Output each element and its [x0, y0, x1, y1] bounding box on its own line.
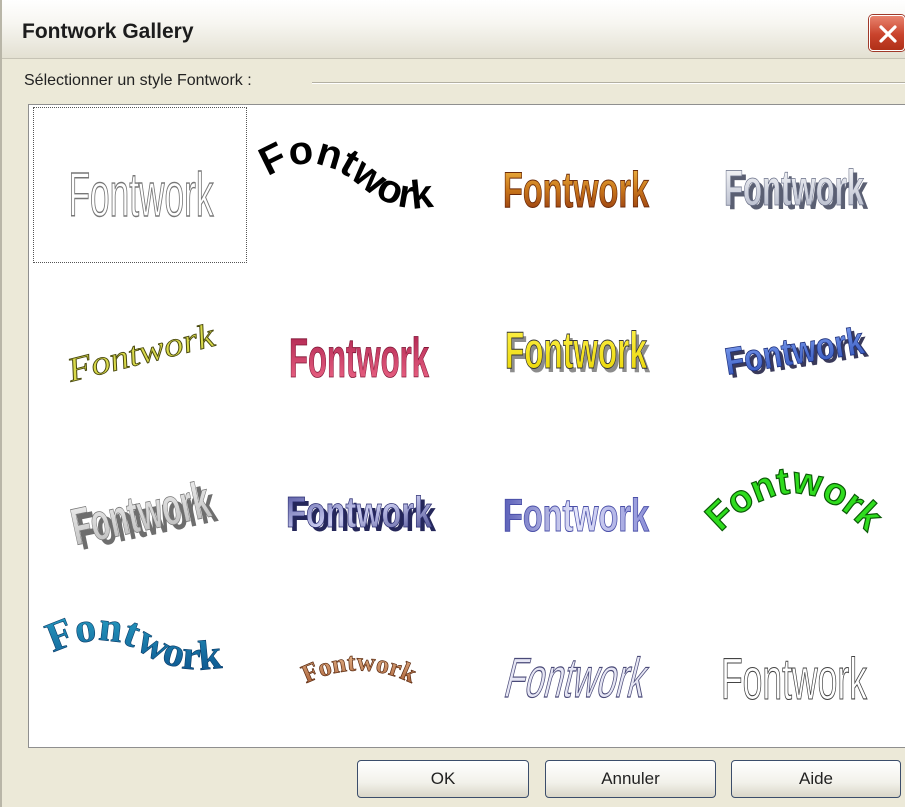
gallery-item-yellow-bold[interactable]: Fontwork Fontwork [469, 269, 683, 425]
fontwork-preview: Fontwork [503, 489, 650, 542]
gallery-item-pink-perspective[interactable]: Fontwork [252, 269, 466, 425]
style-group-label: Sélectionner un style Fontwork : [24, 72, 258, 90]
fontwork-sample: Fontwork [721, 647, 868, 712]
fontwork-sample: Fontwork [252, 128, 436, 218]
fontwork-preview: Fontwork [297, 647, 422, 689]
fontwork-sample: Fontwork [286, 488, 432, 537]
help-button[interactable]: Aide [731, 760, 901, 798]
group-divider [312, 82, 905, 84]
fontwork-sample: Fontwork [297, 647, 421, 689]
gallery-item-outline-plain[interactable]: Fontwork [687, 593, 901, 749]
gallery-item-navy-3d[interactable]: Fontwork Fontwork [252, 431, 466, 587]
fontwork-sample: Fontwork [503, 489, 649, 541]
fontwork-sample: Fontwork [289, 326, 429, 389]
cancel-button[interactable]: Annuler [545, 760, 716, 798]
window-title: Fontwork Gallery [22, 20, 194, 43]
title-bar: Fontwork Gallery [2, 0, 905, 59]
fontwork-preview: Fontwork Fontwork [505, 322, 651, 385]
fontwork-preview: Fontwork [498, 647, 655, 710]
ok-button[interactable]: OK [357, 760, 529, 798]
close-button[interactable] [869, 15, 905, 51]
fontwork-sample: Fontwork [69, 161, 215, 230]
gallery-item-green-arch[interactable]: Fontwork [687, 431, 901, 587]
fontwork-sample: Fontwork [503, 162, 649, 218]
fontwork-gallery-grid: Fontwork Fontwork Fontwork Fontwork Font… [28, 104, 905, 748]
gallery-item-lavender-perspective[interactable]: Fontwork [469, 431, 683, 587]
gallery-item-silver-3d[interactable]: Fontwork Fontwork [687, 107, 901, 263]
fontwork-preview: Fontwork [68, 160, 215, 230]
fontwork-sample: Fontwork [499, 648, 655, 710]
fontwork-sample: Fontwork [63, 317, 220, 390]
fontwork-preview: Fontwork [720, 646, 868, 712]
fontwork-preview: Fontwork [62, 317, 220, 391]
gallery-item-teal-wave[interactable]: Fontwork [33, 593, 247, 749]
gallery-item-tan-arch[interactable]: Fontwork [252, 593, 466, 749]
gallery-item-outline-narrow[interactable]: Fontwork [33, 107, 247, 263]
fontwork-preview: Fontwork [252, 128, 436, 218]
fontwork-gallery-dialog: Fontwork Gallery Sélectionner un style F… [0, 0, 905, 807]
gallery-item-olive-slant[interactable]: Fontwork [33, 269, 247, 425]
fontwork-preview: Fontwork Fontwork [286, 488, 437, 541]
fontwork-sample: Fontwork [724, 160, 864, 216]
fontwork-preview: Fontwork [503, 162, 650, 219]
close-icon [879, 25, 897, 43]
gallery-item-orange-gradient[interactable]: Fontwork [469, 107, 683, 263]
fontwork-preview: Fontwork [697, 459, 891, 540]
fontwork-sample: Fontwork [505, 322, 647, 380]
fontwork-preview: Fontwork [39, 604, 225, 681]
fontwork-sample: Fontwork [40, 604, 225, 680]
fontwork-sample: Fontwork [698, 459, 891, 539]
fontwork-preview: Fontwork Fontwork [722, 320, 872, 387]
gallery-item-blue-3d-slant[interactable]: Fontwork Fontwork [687, 269, 901, 425]
fontwork-preview: Fontwork Fontwork [724, 160, 869, 220]
fontwork-preview: Fontwork Fontwork [66, 471, 222, 562]
fontwork-preview: Fontwork [289, 326, 430, 390]
gallery-item-slanted-outline[interactable]: Fontwork [469, 593, 683, 749]
gallery-item-black-wave[interactable]: Fontwork [252, 107, 466, 263]
gallery-item-grey-3d-extrude[interactable]: Fontwork Fontwork [33, 431, 247, 587]
